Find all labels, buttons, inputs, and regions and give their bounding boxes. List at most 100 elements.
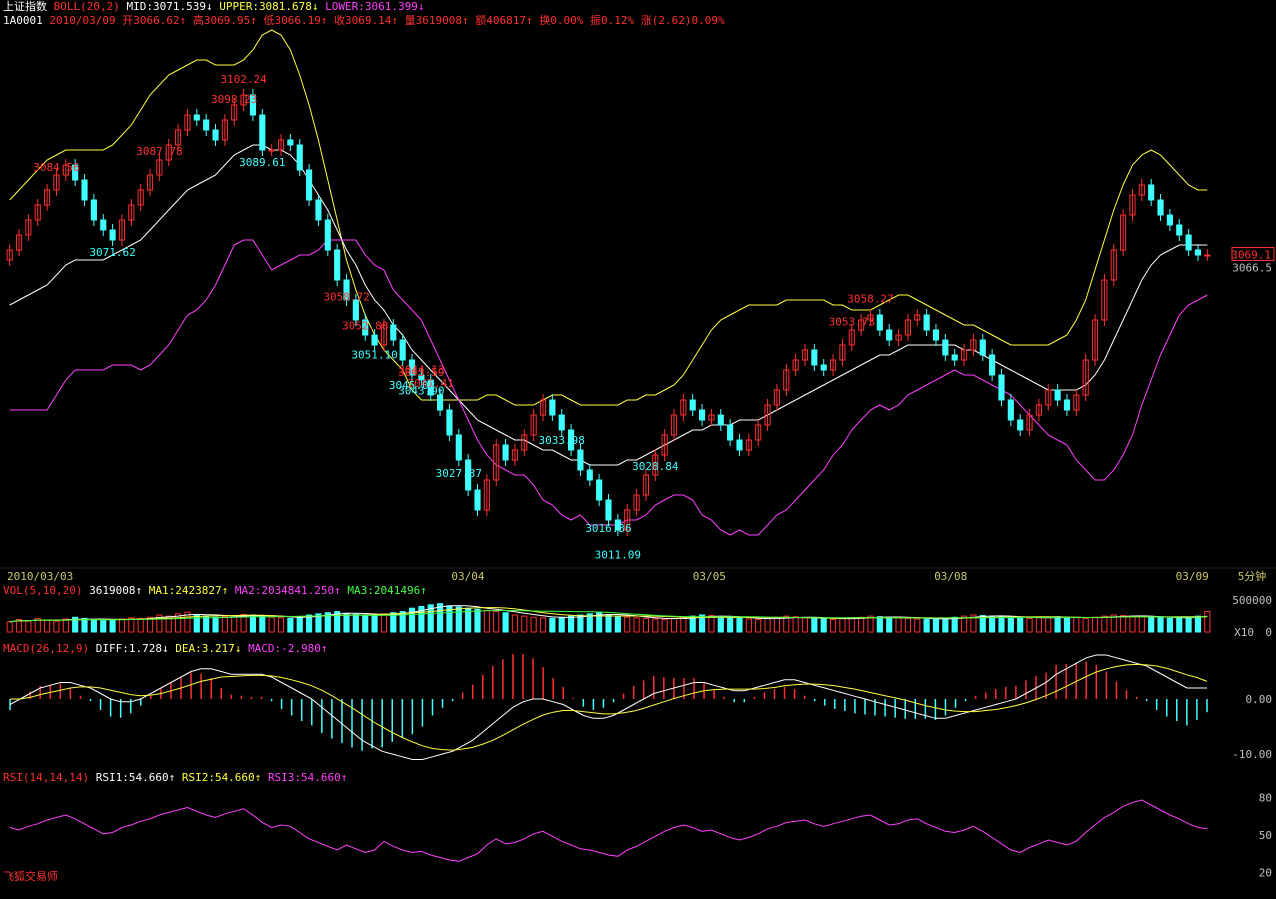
volume-bar-up [380, 613, 388, 633]
candle-down [334, 249, 341, 281]
volume-bar-up [1073, 617, 1080, 633]
volume-bar-down [932, 618, 940, 633]
volume-bar-down [605, 614, 612, 633]
macd-label: MACD(26,12,9) [3, 642, 90, 655]
price-annotation: 3052.88 [342, 320, 388, 333]
price-annotation: 3053.73 [829, 315, 875, 328]
candle-down [549, 399, 556, 416]
volume-bar-down [549, 617, 556, 633]
volume-bar-down [259, 615, 266, 633]
candle-down [989, 354, 996, 376]
candle-down [942, 339, 949, 356]
volume-bar-down [1054, 616, 1061, 633]
price-annotation: 3084.56 [33, 161, 79, 174]
price-annotation: 3098.23 [211, 93, 257, 106]
candle-down [1063, 399, 1071, 411]
candle-up [1204, 254, 1211, 257]
candle-down [324, 219, 331, 251]
volume-bar-down [811, 617, 818, 633]
macd-value: MACD:-2.980↑ [248, 642, 328, 655]
volume-bar-up [1026, 617, 1033, 633]
candle-down [811, 349, 818, 366]
volume-bar-down [1194, 615, 1202, 633]
volume-bar-up [231, 615, 238, 633]
volume-bar-down [100, 620, 107, 633]
volume-bar-down [352, 613, 359, 633]
quote-turnover: 换0.00% [539, 14, 584, 27]
candle-down [455, 434, 462, 461]
candle-down [605, 499, 612, 521]
volume-bar-down [727, 617, 734, 633]
candle-down [1054, 389, 1061, 401]
volume-bar-up [1082, 617, 1089, 633]
volume-bar-up [633, 617, 640, 633]
price-annotation: 3087.78 [136, 145, 182, 158]
volume-bar-down [1007, 616, 1014, 633]
volume-bar-up [1091, 616, 1099, 633]
price-annotation: 3058.27 [847, 293, 893, 306]
vol-header: VOL(5,10,20) 3619008↑ MA1:2423827↑ MA2:2… [3, 584, 427, 597]
volume-bar-down [249, 614, 257, 633]
volume-bar-down [923, 619, 930, 633]
volume-bar-down [820, 618, 827, 633]
candle-down [886, 329, 893, 341]
volume-bar-up [848, 617, 855, 633]
volume-bar-down [568, 615, 575, 633]
candle-down [577, 449, 584, 471]
volume-bar-up [1120, 615, 1127, 633]
volume-bar-down [717, 616, 724, 633]
candle-down [727, 424, 734, 441]
candle-down [296, 144, 303, 171]
macd-dea: DEA:3.217↓ [175, 642, 242, 655]
price-annotation: 3102.24 [220, 73, 267, 86]
volume-bar-down [1185, 616, 1192, 633]
candle-down [1166, 214, 1173, 226]
vol-axis-unit: X10 [1234, 626, 1254, 639]
volume-bar-up [708, 615, 715, 633]
volume-bar-up [895, 617, 902, 633]
candle-down [979, 339, 986, 356]
candle-down [446, 409, 453, 436]
date-tick-label: 2010/03/03 [7, 570, 73, 583]
candle-down [998, 374, 1005, 401]
volume-bar-up [914, 618, 921, 633]
candle-down [1017, 419, 1024, 431]
candle-down [698, 409, 706, 421]
price-annotation: 3011.09 [595, 549, 641, 562]
volume-bar-up [792, 616, 799, 633]
volume-bar-up [1138, 616, 1145, 633]
vol-value: 3619008↑ [89, 584, 143, 597]
volume-bar-down [343, 612, 350, 633]
candle-down [371, 334, 378, 346]
macd-header: MACD(26,12,9) DIFF:1.728↓ DEA:3.217↓ MAC… [3, 642, 328, 655]
candle-down [81, 179, 88, 201]
quote-header: 1A0001 2010/03/09 开3066.62↑ 高3069.95↑ 低3… [3, 14, 725, 27]
quote-change: 涨(2.62)0.09% [640, 14, 725, 27]
main-header: 上证指数 BOLL(20,2) MID:3071.539↓ UPPER:3081… [3, 0, 425, 13]
rsi2-value: RSI2:54.660↑ [181, 771, 262, 784]
volume-bar-up [661, 619, 668, 633]
price-annotation: 3045.02 [389, 379, 435, 392]
date-tick-label: 03/04 [451, 570, 484, 583]
candle-down [1157, 199, 1164, 216]
date-tick-label: 03/05 [693, 570, 726, 583]
candle-down [1148, 184, 1155, 201]
candle-down [558, 414, 565, 431]
volume-bar-up [745, 618, 752, 633]
volume-bar-up [867, 615, 874, 633]
rsi-axis-20: 20 [1259, 867, 1272, 880]
price-annotation: 3016.36 [585, 522, 631, 535]
candle-down [1185, 234, 1192, 251]
vol-label: VOL(5,10,20) [3, 584, 83, 597]
candle-down [932, 329, 940, 341]
candle-down [820, 364, 827, 371]
candle-down [736, 439, 743, 451]
rsi-line [9, 799, 1208, 862]
price-annotation: 3051.10 [351, 349, 397, 362]
volume-bar-down [1166, 617, 1173, 633]
boll-upper: UPPER:3081.678↓ [219, 0, 319, 13]
volume-bar-down [474, 608, 481, 633]
rsi3-value: RSI3:54.660↑ [267, 771, 348, 784]
volume-bar-down [558, 616, 565, 633]
quote-open: 开3066.62↑ [122, 14, 187, 27]
